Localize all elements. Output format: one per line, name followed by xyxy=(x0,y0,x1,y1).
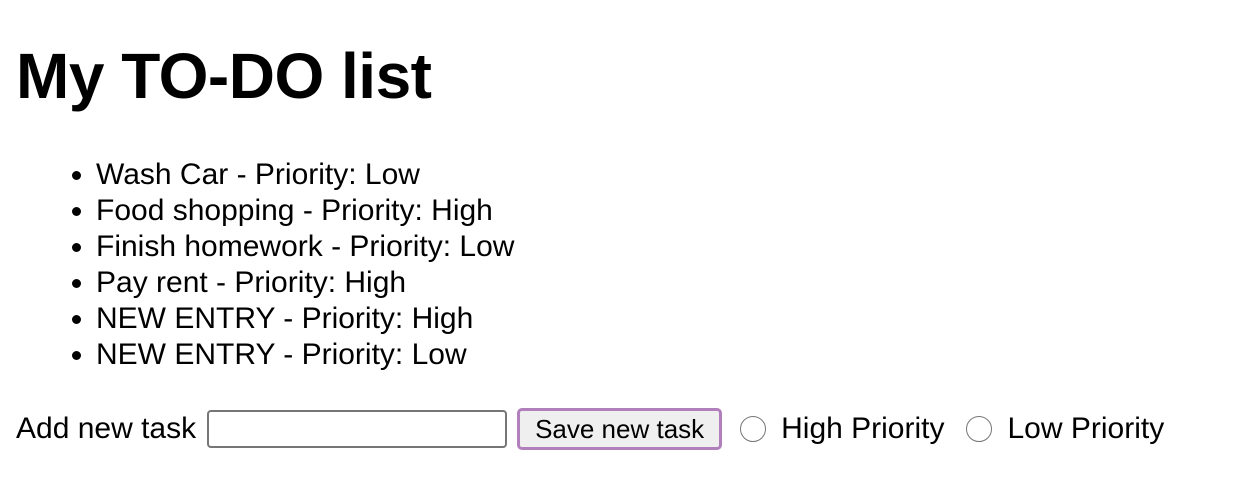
low-priority-label[interactable]: Low Priority xyxy=(1007,412,1164,446)
page-title: My TO-DO list xyxy=(16,40,432,112)
task-list-item: Pay rent - Priority: High xyxy=(96,265,514,301)
save-new-task-button[interactable]: Save new task xyxy=(517,408,723,450)
task-list-item: NEW ENTRY - Priority: High xyxy=(96,301,514,337)
high-priority-label[interactable]: High Priority xyxy=(781,412,944,446)
todo-page: My TO-DO list Wash Car - Priority: Low F… xyxy=(0,0,1240,498)
high-priority-radio[interactable] xyxy=(740,416,767,442)
priority-radio-group: High Priority Low Priority xyxy=(738,412,1184,446)
new-task-input[interactable] xyxy=(207,410,508,448)
task-list: Wash Car - Priority: Low Food shopping -… xyxy=(0,157,514,373)
task-list-item: NEW ENTRY - Priority: Low xyxy=(96,337,514,373)
low-priority-radio[interactable] xyxy=(966,416,993,442)
add-task-form: Add new task Save new task High Priority… xyxy=(16,407,1184,451)
add-task-label: Add new task xyxy=(16,412,197,445)
task-list-item: Finish homework - Priority: Low xyxy=(96,229,514,265)
task-list-item: Food shopping - Priority: High xyxy=(96,193,514,229)
task-list-item: Wash Car - Priority: Low xyxy=(96,157,514,193)
